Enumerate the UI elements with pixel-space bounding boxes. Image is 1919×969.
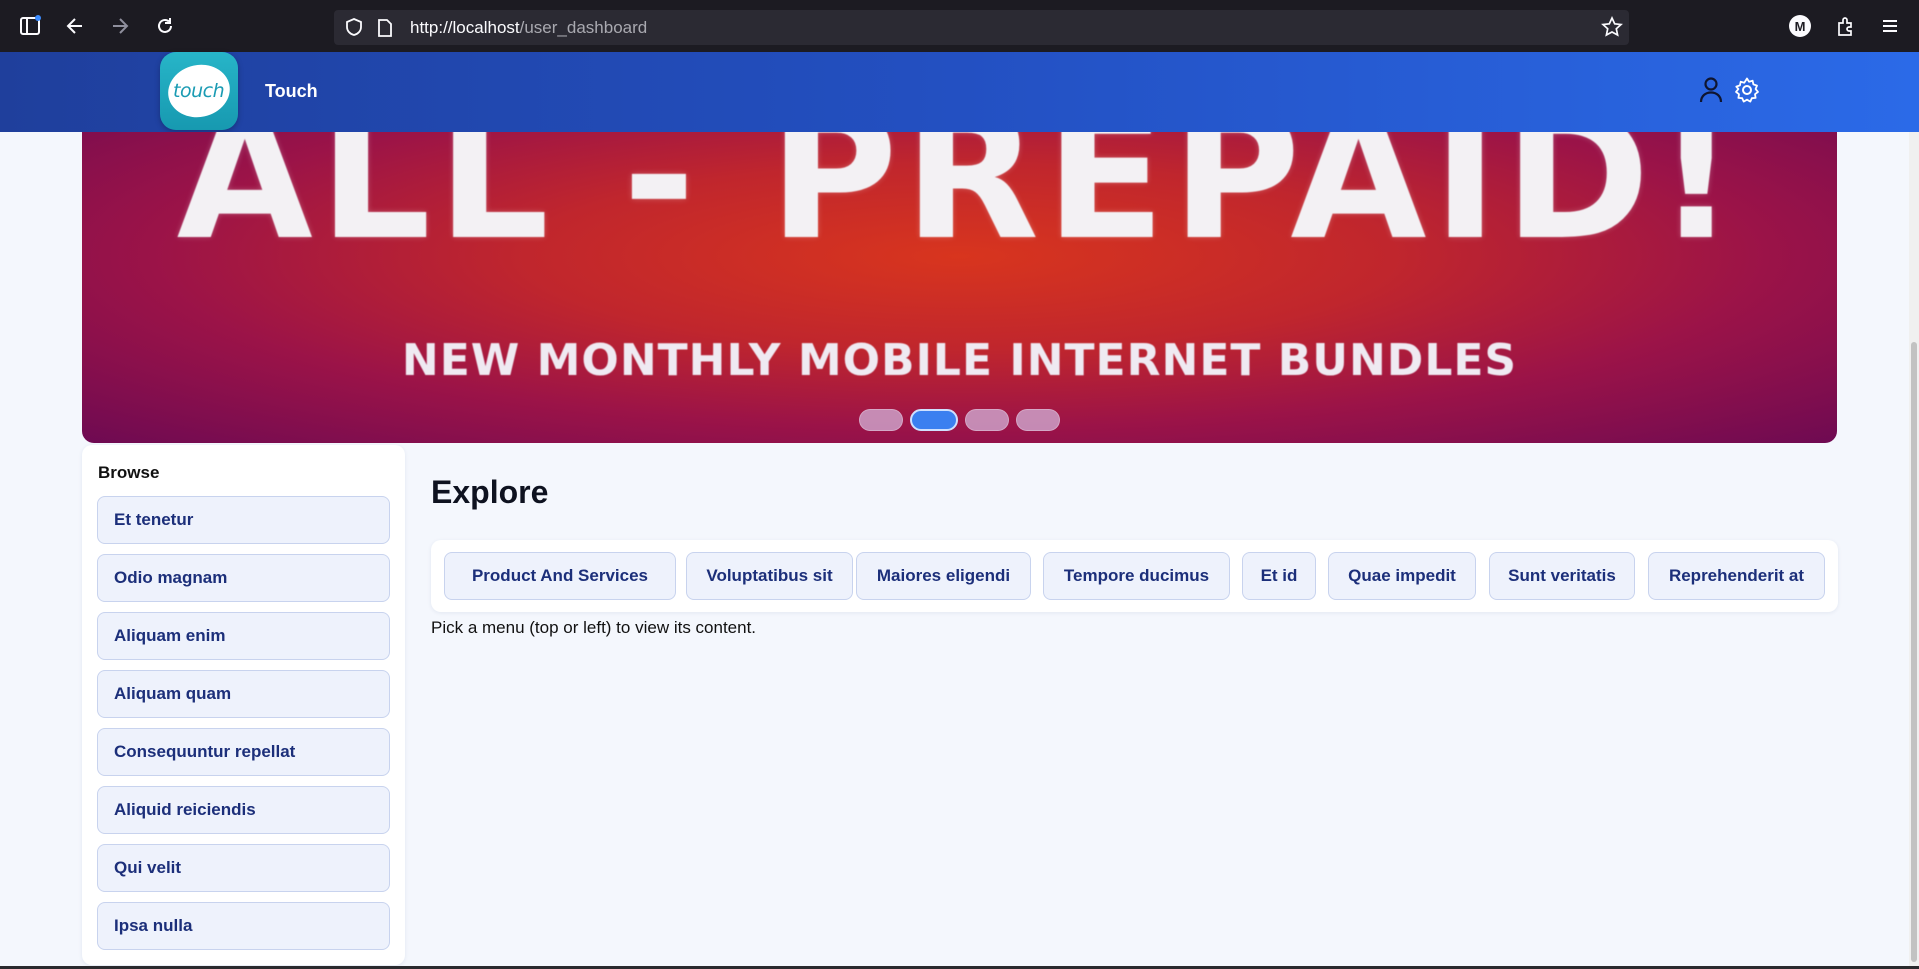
sidebar-toggle-icon[interactable] xyxy=(16,12,44,40)
empty-state-hint: Pick a menu (top or left) to view its co… xyxy=(431,618,757,637)
page-info-icon[interactable] xyxy=(376,18,394,43)
bookmark-star-icon[interactable] xyxy=(1601,15,1623,43)
touch-logo[interactable]: touch xyxy=(160,52,238,130)
tab-voluptatibus-sit[interactable]: Voluptatibus sit xyxy=(686,552,853,600)
scrollbar-thumb[interactable] xyxy=(1911,342,1917,962)
carousel-dot-3[interactable] xyxy=(965,409,1009,431)
tab-product-and-services[interactable]: Product And Services xyxy=(444,552,676,600)
sidebar-item-aliquam-quam[interactable]: Aliquam quam xyxy=(97,670,390,718)
reload-icon[interactable] xyxy=(151,12,179,40)
sidebar-item-ipsa-nulla[interactable]: Ipsa nulla xyxy=(97,902,390,950)
extensions-icon[interactable] xyxy=(1832,12,1860,40)
tab-sunt-veritatis[interactable]: Sunt veritatis xyxy=(1489,552,1635,600)
tab-et-id[interactable]: Et id xyxy=(1242,552,1316,600)
carousel-dot-4[interactable] xyxy=(1016,409,1060,431)
browser-toolbar: http://localhost/user_dashboard M xyxy=(0,0,1919,52)
promo-banner[interactable]: ALL - PREPAID! NEW MONTHLY MOBILE INTERN… xyxy=(82,132,1837,443)
user-profile-icon[interactable] xyxy=(1695,74,1727,106)
address-bar[interactable]: http://localhost/user_dashboard xyxy=(334,10,1629,45)
tab-quae-impedit[interactable]: Quae impedit xyxy=(1328,552,1476,600)
shield-icon[interactable] xyxy=(344,17,364,42)
tab-maiores-eligendi[interactable]: Maiores eligendi xyxy=(856,552,1031,600)
sidebar-item-consequuntur-repellat[interactable]: Consequuntur repellat xyxy=(97,728,390,776)
carousel-dot-1[interactable] xyxy=(859,409,903,431)
account-avatar-icon[interactable]: M xyxy=(1786,12,1814,40)
tab-reprehenderit-at[interactable]: Reprehenderit at xyxy=(1648,552,1825,600)
settings-gear-icon[interactable] xyxy=(1731,74,1763,106)
page-scrollbar[interactable] xyxy=(1909,132,1919,969)
back-icon[interactable] xyxy=(61,12,89,40)
sidebar-item-aliquid-reiciendis[interactable]: Aliquid reiciendis xyxy=(97,786,390,834)
url-text: http://localhost/user_dashboard xyxy=(410,18,648,37)
forward-icon[interactable] xyxy=(106,12,134,40)
sidebar-title: Browse xyxy=(98,463,160,482)
sidebar-item-aliquam-enim[interactable]: Aliquam enim xyxy=(97,612,390,660)
sidebar-item-qui-velit[interactable]: Qui velit xyxy=(97,844,390,892)
top-menu-bar: Product And Services Voluptatibus sit Ma… xyxy=(431,540,1838,612)
page-title: Explore xyxy=(431,474,549,510)
carousel-indicators xyxy=(82,409,1837,431)
carousel-dot-2[interactable] xyxy=(910,409,958,431)
banner-headline: ALL - PREPAID! xyxy=(176,132,1743,279)
banner-subline: NEW MONTHLY MOBILE INTERNET BUNDLES xyxy=(401,335,1518,386)
browse-sidebar: Browse Et tenetur Odio magnam Aliquam en… xyxy=(82,445,405,965)
sidebar-item-et-tenetur[interactable]: Et tenetur xyxy=(97,496,390,544)
tab-gap xyxy=(676,552,686,600)
tab-tempore-ducimus[interactable]: Tempore ducimus xyxy=(1043,552,1230,600)
sidebar-item-odio-magnam[interactable]: Odio magnam xyxy=(97,554,390,602)
app-name: Touch xyxy=(265,81,318,101)
menu-icon[interactable] xyxy=(1876,12,1904,40)
